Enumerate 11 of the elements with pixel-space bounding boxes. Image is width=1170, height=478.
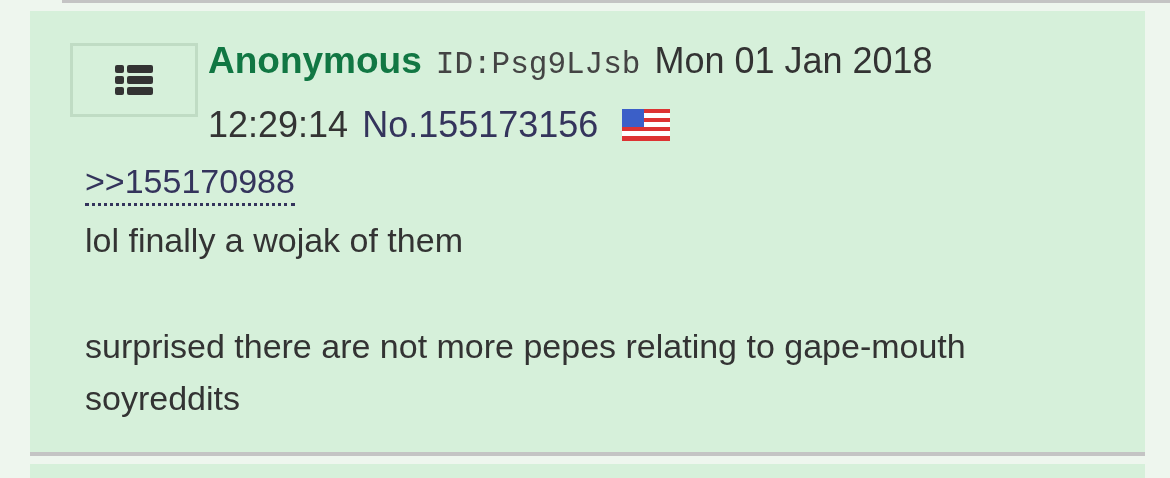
poster-name: Anonymous	[208, 39, 422, 83]
flag-icon	[622, 109, 671, 141]
post-time: 12:29:14	[208, 103, 349, 147]
poster-id: ID:Psg9LJsb	[435, 46, 641, 84]
list-icon	[115, 65, 153, 95]
post-menu-button[interactable]	[70, 43, 198, 117]
post-date: Mon 01 Jan 2018	[654, 39, 933, 83]
post-text: lol finally a wojak of them	[85, 220, 464, 261]
post-text: surprised there are not more pepes relating to gape-mouth soyreddits	[85, 326, 967, 419]
post-number-link[interactable]: No.155173156	[362, 95, 599, 155]
quote-link[interactable]: >>155170988	[85, 159, 295, 206]
